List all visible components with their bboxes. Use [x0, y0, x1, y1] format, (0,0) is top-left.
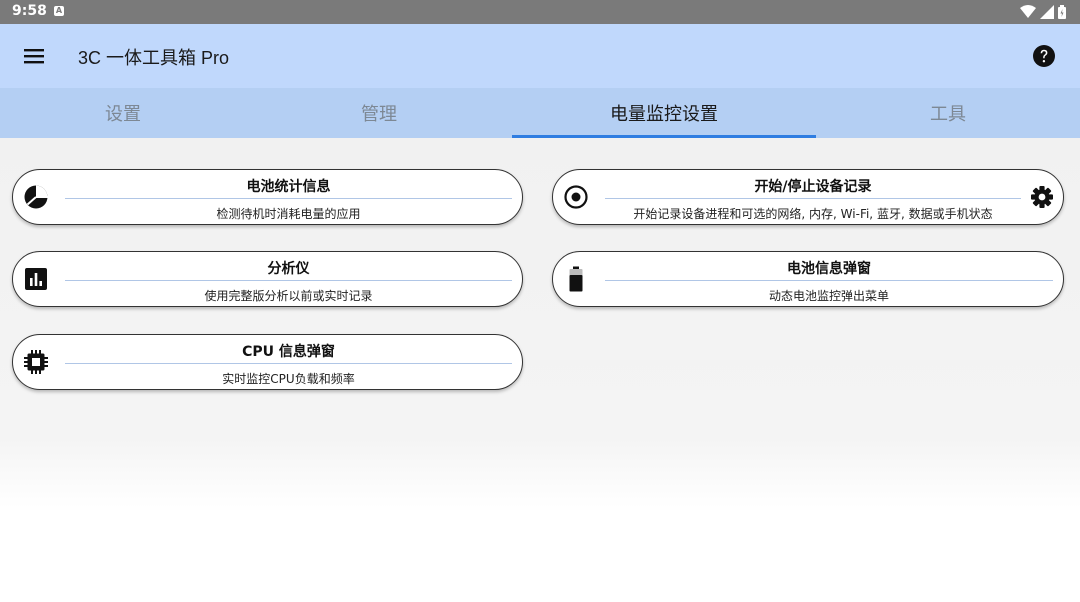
tab-battery-monitor-settings[interactable]: 电量监控设置	[512, 88, 816, 138]
card-subtitle: 动态电池监控弹出菜单	[768, 289, 889, 303]
tab-tools[interactable]: 工具	[816, 88, 1080, 138]
status-bar: 9:58 A	[0, 0, 1080, 24]
card-title: 分析仪	[267, 261, 310, 277]
help-icon[interactable]	[1032, 44, 1056, 68]
tab-bar: 设置 管理 电量监控设置 工具	[0, 88, 1080, 138]
card-divider	[605, 280, 1053, 281]
cpu-chip-icon	[24, 350, 48, 374]
battery-stats-card[interactable]: 电池统计信息 检测待机时消耗电量的应用	[12, 169, 523, 225]
card-subtitle: 使用完整版分析以前或实时记录	[204, 289, 373, 303]
battery-status-icon	[1058, 5, 1066, 19]
battery-popup-card[interactable]: 电池信息弹窗 动态电池监控弹出菜单	[552, 251, 1064, 307]
status-indicators	[1020, 5, 1066, 19]
card-subtitle: 检测待机时消耗电量的应用	[216, 207, 361, 221]
bar-chart-icon	[25, 268, 47, 290]
tab-manage[interactable]: 管理	[246, 88, 512, 138]
card-title: 电池信息弹窗	[787, 261, 871, 277]
card-divider	[65, 198, 512, 199]
signal-icon	[1040, 5, 1054, 19]
notification-icon: A	[54, 6, 64, 16]
card-divider	[65, 363, 512, 364]
card-title: CPU 信息弹窗	[242, 344, 335, 360]
card-subtitle: 实时监控CPU负载和频率	[222, 372, 355, 386]
status-time: 9:58	[12, 3, 47, 19]
wifi-icon	[1020, 5, 1036, 18]
content-area: 电池统计信息 检测待机时消耗电量的应用 分析仪 使用完整版分析以前或实时记录 C…	[0, 138, 1080, 602]
analyzer-card[interactable]: 分析仪 使用完整版分析以前或实时记录	[12, 251, 523, 307]
cpu-popup-card[interactable]: CPU 信息弹窗 实时监控CPU负载和频率	[12, 334, 523, 390]
card-divider	[65, 280, 512, 281]
pie-chart-icon	[24, 185, 48, 209]
gear-icon[interactable]	[1029, 184, 1055, 210]
record-icon	[564, 185, 588, 209]
device-recording-card[interactable]: 开始/停止设备记录 开始记录设备进程和可选的网络, 内存, Wi-Fi, 蓝牙,…	[552, 169, 1064, 225]
card-title: 开始/停止设备记录	[754, 179, 872, 195]
card-title: 电池统计信息	[246, 179, 331, 195]
app-title: 3C 一体工具箱 Pro	[78, 48, 230, 68]
card-subtitle: 开始记录设备进程和可选的网络, 内存, Wi-Fi, 蓝牙, 数据或手机状态	[633, 207, 993, 221]
card-divider	[605, 198, 1021, 199]
menu-icon[interactable]	[22, 45, 46, 67]
app-bar: 3C 一体工具箱 Pro	[0, 24, 1080, 88]
tab-settings[interactable]: 设置	[0, 88, 246, 138]
battery-icon	[569, 266, 583, 292]
